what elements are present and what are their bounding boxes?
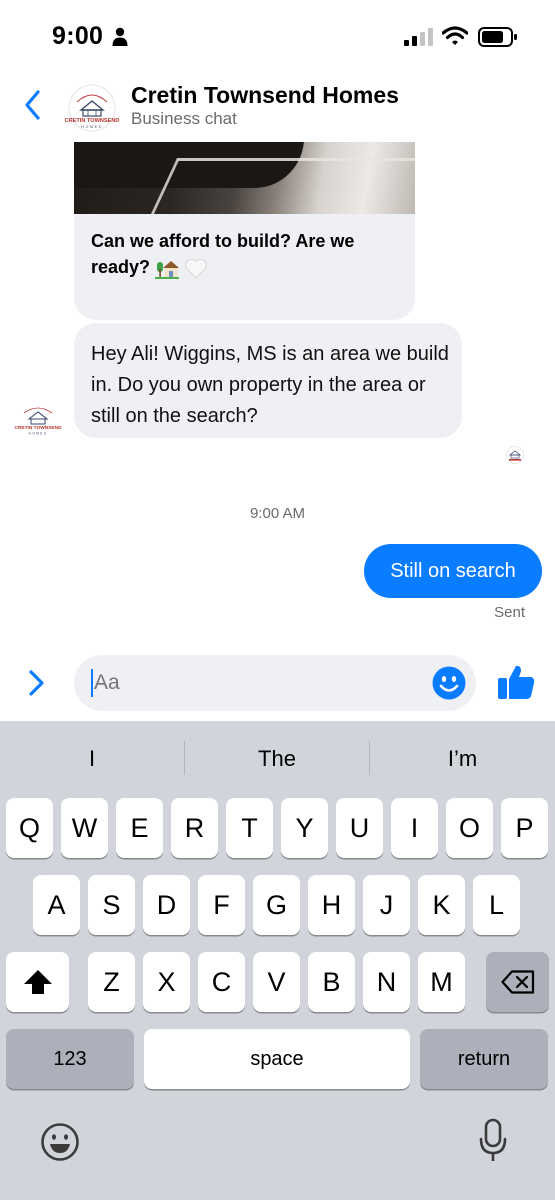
key-q[interactable]: Q	[6, 798, 53, 858]
key-t[interactable]: T	[226, 798, 273, 858]
status-time: 9:00	[52, 22, 104, 50]
person-icon	[112, 27, 128, 46]
message-input[interactable]	[94, 668, 424, 698]
expand-actions-icon[interactable]	[24, 667, 48, 699]
chat-subtitle: Business chat	[131, 109, 237, 128]
key-z[interactable]: Z	[88, 952, 135, 1012]
key-h[interactable]: H	[308, 875, 355, 935]
incoming-message-text: Hey Ali! Wiggins, MS is an area we build…	[91, 343, 449, 427]
incoming-message[interactable]: Hey Ali! Wiggins, MS is an area we build…	[74, 323, 462, 438]
back-icon[interactable]	[20, 88, 46, 122]
delete-key[interactable]	[486, 952, 549, 1012]
sender-avatar[interactable]: CRETIN TOWNSEND HOMES	[14, 404, 62, 436]
return-key[interactable]: return	[420, 1029, 548, 1089]
logo-text: CRETIN TOWNSEND	[65, 118, 120, 124]
logo-subtext: HOMES	[81, 125, 102, 129]
key-w[interactable]: W	[61, 798, 108, 858]
key-d[interactable]: D	[143, 875, 190, 935]
delete-icon	[500, 970, 534, 994]
message-timestamp: 9:00 AM	[249, 505, 306, 522]
key-m[interactable]: M	[418, 952, 465, 1012]
card-caption: Can we afford to build? Are we ready?	[91, 228, 406, 280]
key-a[interactable]: A	[33, 875, 80, 935]
microphone-icon[interactable]	[478, 1118, 508, 1164]
message-composer	[0, 647, 555, 721]
key-g[interactable]: G	[253, 875, 300, 935]
signal-icon	[404, 28, 433, 46]
shared-media-card[interactable]: Can we afford to build? Are we ready?	[74, 142, 415, 320]
chat-title[interactable]: Cretin Townsend Homes	[131, 82, 399, 109]
key-u[interactable]: U	[336, 798, 383, 858]
business-logo[interactable]: CRETIN TOWNSEND HOMES	[64, 84, 120, 132]
keyboard-emoji-icon[interactable]	[40, 1122, 80, 1162]
key-f[interactable]: F	[198, 875, 245, 935]
white-heart-emoji-icon	[185, 259, 207, 279]
keyboard: I The I’m Q W E R T Y U I O P A S D F G …	[0, 721, 555, 1200]
key-y[interactable]: Y	[281, 798, 328, 858]
key-i[interactable]: I	[391, 798, 438, 858]
text-caret	[91, 669, 93, 697]
shift-icon	[23, 970, 52, 994]
key-r[interactable]: R	[171, 798, 218, 858]
key-v[interactable]: V	[253, 952, 300, 1012]
wifi-icon	[442, 26, 468, 45]
shift-key[interactable]	[6, 952, 69, 1012]
space-key[interactable]: space	[144, 1029, 410, 1089]
predictive-bar: I The I’m	[0, 721, 555, 797]
outgoing-message[interactable]: Still on search	[364, 544, 542, 598]
status-bar: 9:00	[0, 0, 555, 72]
key-j[interactable]: J	[363, 875, 410, 935]
key-x[interactable]: X	[143, 952, 190, 1012]
key-o[interactable]: O	[446, 798, 493, 858]
battery-icon	[478, 27, 517, 47]
house-emoji-icon	[155, 261, 180, 280]
key-e[interactable]: E	[116, 798, 163, 858]
card-image[interactable]	[74, 142, 415, 214]
key-l[interactable]: L	[473, 875, 520, 935]
avatar-text: CRETIN TOWNSEND	[14, 425, 62, 431]
key-c[interactable]: C	[198, 952, 245, 1012]
suggestion-1[interactable]: I	[0, 721, 184, 797]
key-p[interactable]: P	[501, 798, 548, 858]
key-s[interactable]: S	[88, 875, 135, 935]
numbers-key[interactable]: 123	[6, 1029, 134, 1089]
read-receipt-avatar	[506, 446, 524, 464]
card-caption-text: Can we afford to build? Are we ready?	[91, 231, 355, 277]
chat-header: CRETIN TOWNSEND HOMES Cretin Townsend Ho…	[0, 72, 555, 142]
key-n[interactable]: N	[363, 952, 410, 1012]
key-k[interactable]: K	[418, 875, 465, 935]
emoji-icon[interactable]	[432, 666, 466, 700]
message-field[interactable]	[74, 655, 476, 711]
key-b[interactable]: B	[308, 952, 355, 1012]
suggestion-2[interactable]: The	[185, 721, 369, 797]
message-status: Sent	[494, 604, 525, 621]
avatar-subtext: HOMES	[29, 432, 48, 436]
suggestion-3[interactable]: I’m	[370, 721, 555, 797]
message-list[interactable]: Can we afford to build? Are we ready? He…	[0, 142, 555, 647]
like-icon[interactable]	[497, 664, 535, 700]
